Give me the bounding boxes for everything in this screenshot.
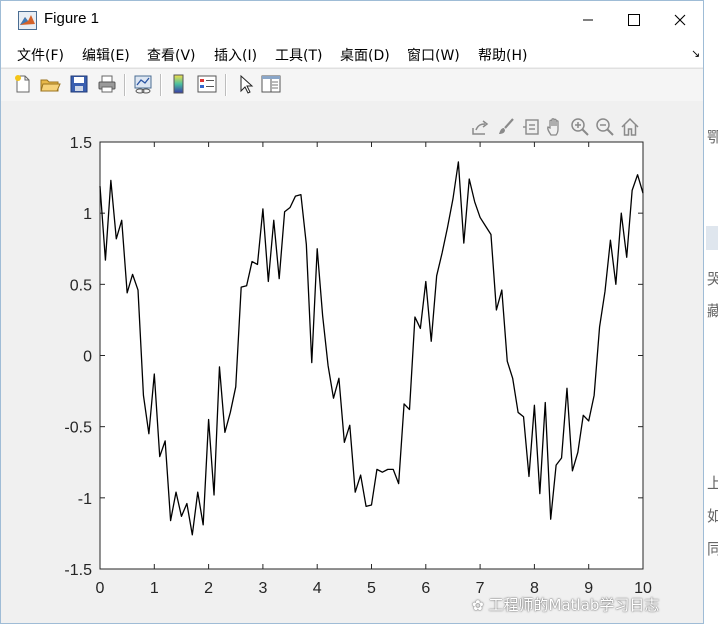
home-icon[interactable] <box>620 117 640 137</box>
menu-file[interactable]: 文件(F) <box>17 45 64 65</box>
menu-desktop[interactable]: 桌面(D) <box>340 45 390 65</box>
save-icon[interactable] <box>68 73 90 95</box>
property-inspector-icon[interactable] <box>260 73 282 95</box>
link-plot-icon[interactable] <box>132 73 154 95</box>
window-title: Figure 1 <box>44 10 100 27</box>
menu-overflow-icon[interactable]: ↘ <box>691 47 700 60</box>
figure-window: Figure 1 文件(F) 编辑(E) 查看(V) 插入(I) 工具(T) 桌… <box>0 0 704 624</box>
zoom-out-icon[interactable] <box>595 117 615 137</box>
menu-insert[interactable]: 插入(I) <box>214 45 257 65</box>
zoom-in-icon[interactable] <box>570 117 590 137</box>
menu-tools[interactable]: 工具(T) <box>275 45 322 65</box>
background-text-fragment: 如 <box>707 507 718 525</box>
close-icon <box>674 14 686 26</box>
maximize-icon <box>628 14 640 26</box>
background-text-fragment: 哭 <box>707 270 718 288</box>
watermark: ✿ 工程师的Matlab学习日志 <box>472 594 659 615</box>
data-tips-icon[interactable] <box>521 117 541 137</box>
background-text-fragment: 上 <box>707 474 718 492</box>
background-highlight <box>706 226 718 250</box>
minimize-icon <box>583 19 593 21</box>
watermark-text: 工程师的Matlab学习日志 <box>488 596 660 614</box>
matlab-icon <box>18 11 37 30</box>
menu-window[interactable]: 窗口(W) <box>407 45 460 65</box>
menu-help[interactable]: 帮助(H) <box>478 45 527 65</box>
new-figure-icon[interactable] <box>12 73 34 95</box>
print-icon[interactable] <box>96 73 118 95</box>
toolbar-separator <box>225 74 227 96</box>
background-text-fragment: 藏 <box>707 302 718 320</box>
select-pointer-icon[interactable] <box>234 73 256 95</box>
wechat-icon: ✿ <box>472 598 484 614</box>
figure-toolbar <box>1 68 703 102</box>
background-text-fragment: 同 <box>707 540 718 558</box>
brush-icon[interactable] <box>496 117 516 137</box>
toolbar-separator <box>160 74 162 96</box>
export-icon[interactable] <box>470 117 490 137</box>
toolbar-separator <box>124 74 126 96</box>
menu-edit[interactable]: 编辑(E) <box>82 45 130 65</box>
close-button[interactable] <box>657 1 703 39</box>
background-text-fragment: 鄂 <box>707 128 718 146</box>
maximize-button[interactable] <box>611 1 657 39</box>
pan-hand-icon[interactable] <box>545 117 565 137</box>
menu-view[interactable]: 查看(V) <box>147 45 196 65</box>
figure-canvas <box>1 101 703 623</box>
minimize-button[interactable] <box>565 1 611 39</box>
legend-icon[interactable] <box>196 73 218 95</box>
menu-bar: 文件(F) 编辑(E) 查看(V) 插入(I) 工具(T) 桌面(D) 窗口(W… <box>1 39 703 67</box>
colorbar-icon[interactable] <box>168 73 190 95</box>
title-bar[interactable]: Figure 1 <box>1 1 703 39</box>
axes-toolbar <box>470 117 642 137</box>
open-file-icon[interactable] <box>39 73 61 95</box>
